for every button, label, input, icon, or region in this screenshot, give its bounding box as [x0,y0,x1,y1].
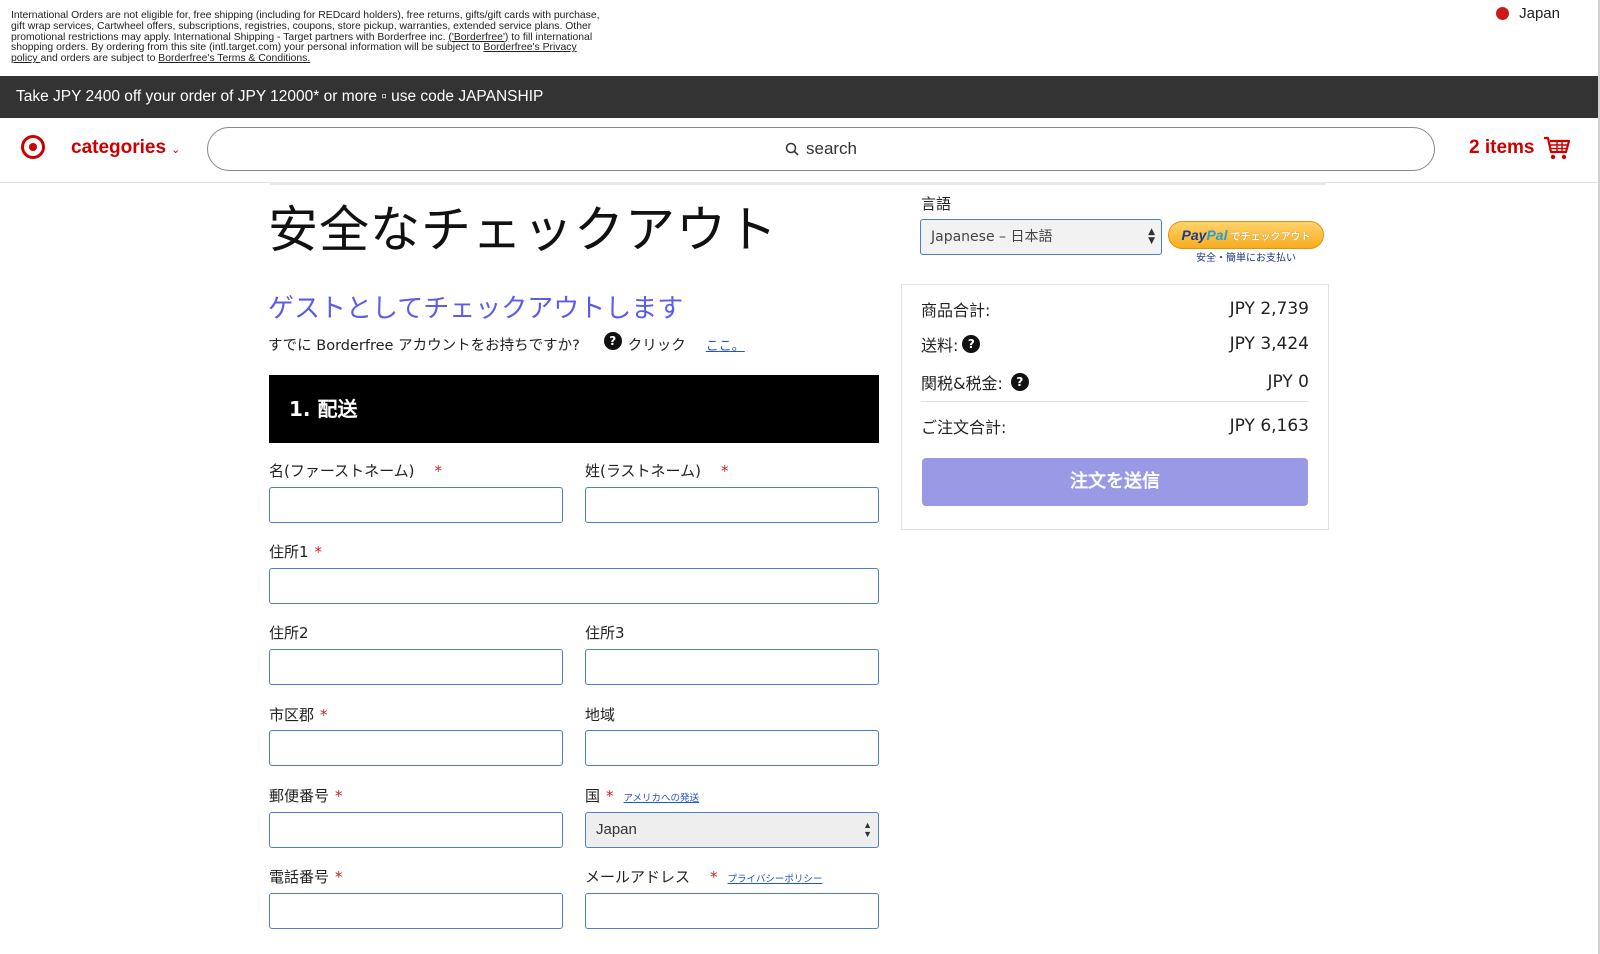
language-select[interactable]: Japanese – 日本語 ▲ ▼ [920,219,1162,255]
categories-menu-button[interactable]: categories ⌄ [71,137,180,159]
borderfree-link[interactable]: ('Borderfree') [448,32,508,43]
have-account-text: すでに Borderfree アカウントをお持ちですか? [268,338,580,354]
search-placeholder: search [805,139,858,158]
paypal-checkout-button[interactable]: PayPal でチェックアウト [1168,221,1324,249]
target-bullseye-icon[interactable] [21,135,45,159]
cart-count-link[interactable]: 2 items [1469,137,1534,159]
country-select-value: Japan [596,821,637,838]
promo-text: Take JPY 2400 off your order of JPY 1200… [16,88,544,105]
paypal-checkout-label: でチェックアウト [1230,231,1311,243]
city-label: 市区郡 * [269,706,328,724]
phone-field[interactable] [269,893,563,929]
address1-label: 住所1 * [269,543,323,561]
address3-field[interactable] [585,649,879,685]
language-label: 言語 [921,195,952,213]
required-mark: * [606,787,614,805]
region-label: 地域 [585,706,616,724]
duties-help-icon[interactable]: ? [1010,373,1029,391]
address1-field[interactable] [269,568,879,604]
submit-order-button[interactable]: 注文を送信 [922,458,1308,506]
address2-field[interactable] [269,649,563,685]
shipping-help-icon[interactable]: ? [962,335,981,353]
site-header: categories ⌄ search 2 items [0,118,1598,183]
subtotal-value: JPY 2,739 [1229,299,1309,319]
duties-row: 関税&税金:? JPY 0 [921,370,1309,394]
subtotal-row: 商品合計: JPY 2,739 [921,297,1309,321]
privacy-policy-link[interactable]: プライバシーポリシー [728,874,823,885]
country-label: Japan [1519,5,1560,22]
page-title: 安全なチェックアウト [268,201,778,259]
postal-code-field[interactable] [269,812,563,848]
subtotal-label: 商品合計: [921,301,991,320]
phone-label: 電話番号 * [269,868,343,886]
guest-checkout-heading: ゲストとしてチェックアウトします [268,294,684,324]
country-field-label: 国 * アメリカへの発送 [585,787,700,805]
shipping-label: 送料: [921,336,959,355]
order-total-label: ご注文合計: [921,418,1007,437]
last-name-label: 姓(ラストネーム) * [585,462,729,480]
required-mark: * [320,706,328,724]
select-arrows-icon: ▲ ▼ [863,820,872,839]
shipping-value: JPY 3,424 [1229,334,1309,354]
search-icon [785,142,799,156]
country-selector[interactable]: Japan [1496,5,1560,22]
required-mark: * [335,787,343,805]
shipping-section-title: 1. 配送 [289,397,358,421]
last-name-field[interactable] [585,487,879,523]
order-total-value: JPY 6,163 [1229,416,1309,436]
address2-label: 住所2 [269,624,309,642]
borderfree-terms-link[interactable]: Borderfree's Terms & Conditions. [158,53,310,64]
email-label: メールアドレス * プライバシーポリシー [585,868,823,886]
country-select[interactable]: Japan ▲ ▼ [585,812,879,848]
postal-code-label: 郵便番号 * [269,787,343,805]
address3-label: 住所3 [585,624,625,642]
language-select-value: Japanese – 日本語 [931,229,1053,245]
shipping-section-header: 1. 配送 [269,375,879,443]
first-name-field[interactable] [269,487,563,523]
sign-in-here-link[interactable]: ここ。 [706,335,745,354]
paypal-subtitle: 安全・簡単にお支払い [1196,253,1296,264]
email-field[interactable] [585,893,879,929]
required-mark: * [720,462,729,480]
order-total-row: ご注文合計: JPY 6,163 [921,414,1309,438]
city-field[interactable] [269,730,563,766]
us-shipping-link[interactable]: アメリカへの発送 [624,793,700,804]
paypal-logo: PayPal [1181,227,1228,243]
content-divider [270,182,1326,185]
duties-value: JPY 0 [1267,372,1310,392]
click-label: クリック [627,338,686,354]
shipping-row: 送料:? JPY 3,424 [921,332,1309,356]
existing-account-prompt: すでに Borderfree アカウントをお持ちですか? ? クリック ここ。 [268,331,745,355]
required-mark: * [710,868,718,886]
japan-flag-icon [1496,7,1510,20]
help-icon[interactable]: ? [603,331,622,350]
region-field[interactable] [585,730,879,766]
select-arrows-icon: ▲ ▼ [1148,227,1155,246]
categories-label: categories [71,137,167,158]
first-name-label: 名(ファーストネーム) * [269,462,443,480]
promo-banner: Take JPY 2400 off your order of JPY 1200… [0,76,1598,118]
required-mark: * [335,868,343,886]
required-mark: * [434,462,443,480]
duties-label: 関税&税金: [921,374,1003,393]
cart-icon[interactable] [1543,135,1571,161]
search-input[interactable]: search [207,127,1435,171]
international-orders-notice: International Orders are not eligible fo… [11,10,600,65]
required-mark: * [314,543,323,561]
summary-divider [921,401,1309,402]
chevron-down-icon: ⌄ [171,143,181,156]
